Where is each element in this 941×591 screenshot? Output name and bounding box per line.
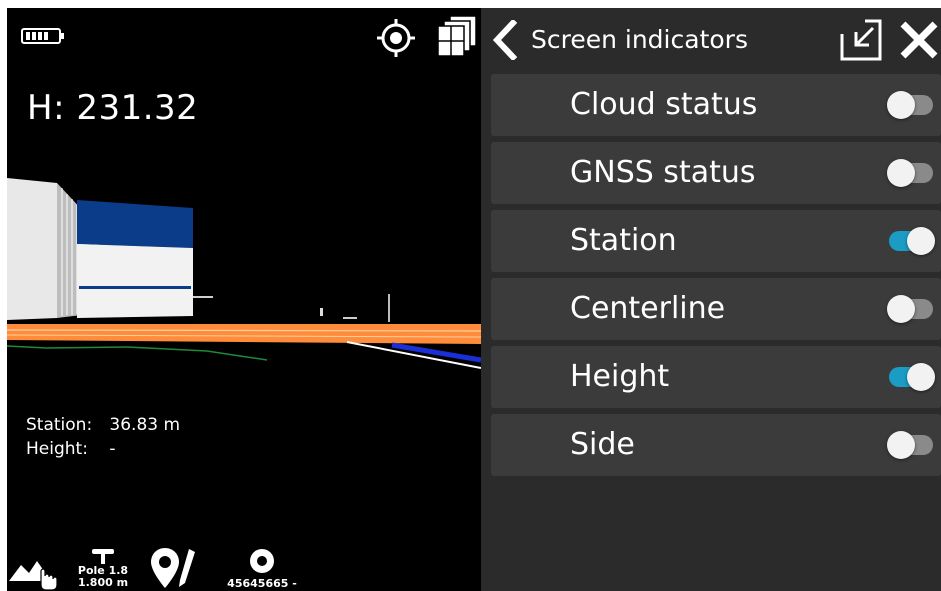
indicator-label: GNSS status bbox=[570, 155, 756, 190]
undock-icon[interactable] bbox=[839, 18, 883, 62]
indicator-item-height: Height bbox=[491, 346, 941, 408]
indicator-label: Station bbox=[570, 223, 677, 258]
centerline-toggle[interactable] bbox=[887, 295, 935, 323]
chevron-left-icon[interactable] bbox=[489, 20, 521, 60]
pole-button[interactable]: Pole 1.8 1.800 m bbox=[73, 547, 133, 591]
screen-indicators-panel: Screen indicators Cloud status GNSS stat… bbox=[481, 8, 941, 591]
pin-edit-icon bbox=[151, 548, 195, 588]
indicator-label: Centerline bbox=[570, 291, 726, 326]
station-indicator-label: Station: bbox=[26, 415, 93, 435]
object-label: 45645665 - Pipe bbox=[227, 577, 297, 591]
building-white-block bbox=[77, 244, 193, 318]
indicator-list: Cloud status GNSS status Station Centerl… bbox=[491, 74, 941, 482]
pole-icon bbox=[92, 549, 114, 564]
green-line bbox=[7, 345, 268, 361]
indicator-item-cloud-status: Cloud status bbox=[491, 74, 941, 136]
terrain-touch-icon bbox=[9, 561, 58, 591]
building-left-wall bbox=[7, 178, 57, 320]
indicator-label: Side bbox=[570, 427, 635, 462]
object-button[interactable]: 45645665 - Pipe bbox=[212, 547, 312, 591]
height-readout: H: 231.32 bbox=[27, 88, 199, 128]
map-viewport[interactable]: H: 231.32 Station: 36.83 m Height: - Pol… bbox=[7, 8, 481, 591]
height-indicator-value: - bbox=[109, 439, 116, 459]
indicator-label: Cloud status bbox=[570, 87, 758, 122]
target-icon[interactable] bbox=[376, 18, 416, 58]
terrain-touch-button[interactable] bbox=[7, 551, 63, 591]
indicator-item-station: Station bbox=[491, 210, 941, 272]
indicator-item-side: Side bbox=[491, 414, 941, 476]
indicator-label: Height bbox=[570, 359, 670, 394]
indicator-item-centerline: Centerline bbox=[491, 278, 941, 340]
pole-height: 1.800 m bbox=[77, 576, 129, 589]
layers-icon[interactable] bbox=[436, 14, 478, 60]
side-toggle[interactable] bbox=[887, 431, 935, 459]
height-indicator: Height: - bbox=[26, 439, 116, 459]
indicator-item-gnss-status: GNSS status bbox=[491, 142, 941, 204]
pin-edit-button[interactable] bbox=[149, 545, 201, 591]
height-indicator-label: Height: bbox=[26, 439, 88, 459]
battery-icon bbox=[21, 28, 64, 44]
height-toggle[interactable] bbox=[887, 363, 935, 391]
station-toggle[interactable] bbox=[887, 227, 935, 255]
close-icon[interactable] bbox=[899, 20, 939, 60]
panel-header: Screen indicators bbox=[481, 8, 941, 70]
object-icon bbox=[250, 549, 274, 573]
station-indicator-value: 36.83 m bbox=[109, 415, 181, 435]
building-blue-band bbox=[77, 200, 193, 248]
gnss-status-toggle[interactable] bbox=[887, 159, 935, 187]
cloud-status-toggle[interactable] bbox=[887, 91, 935, 119]
panel-title: Screen indicators bbox=[531, 25, 748, 54]
station-indicator: Station: 36.83 m bbox=[26, 415, 180, 435]
road-band bbox=[7, 324, 481, 344]
